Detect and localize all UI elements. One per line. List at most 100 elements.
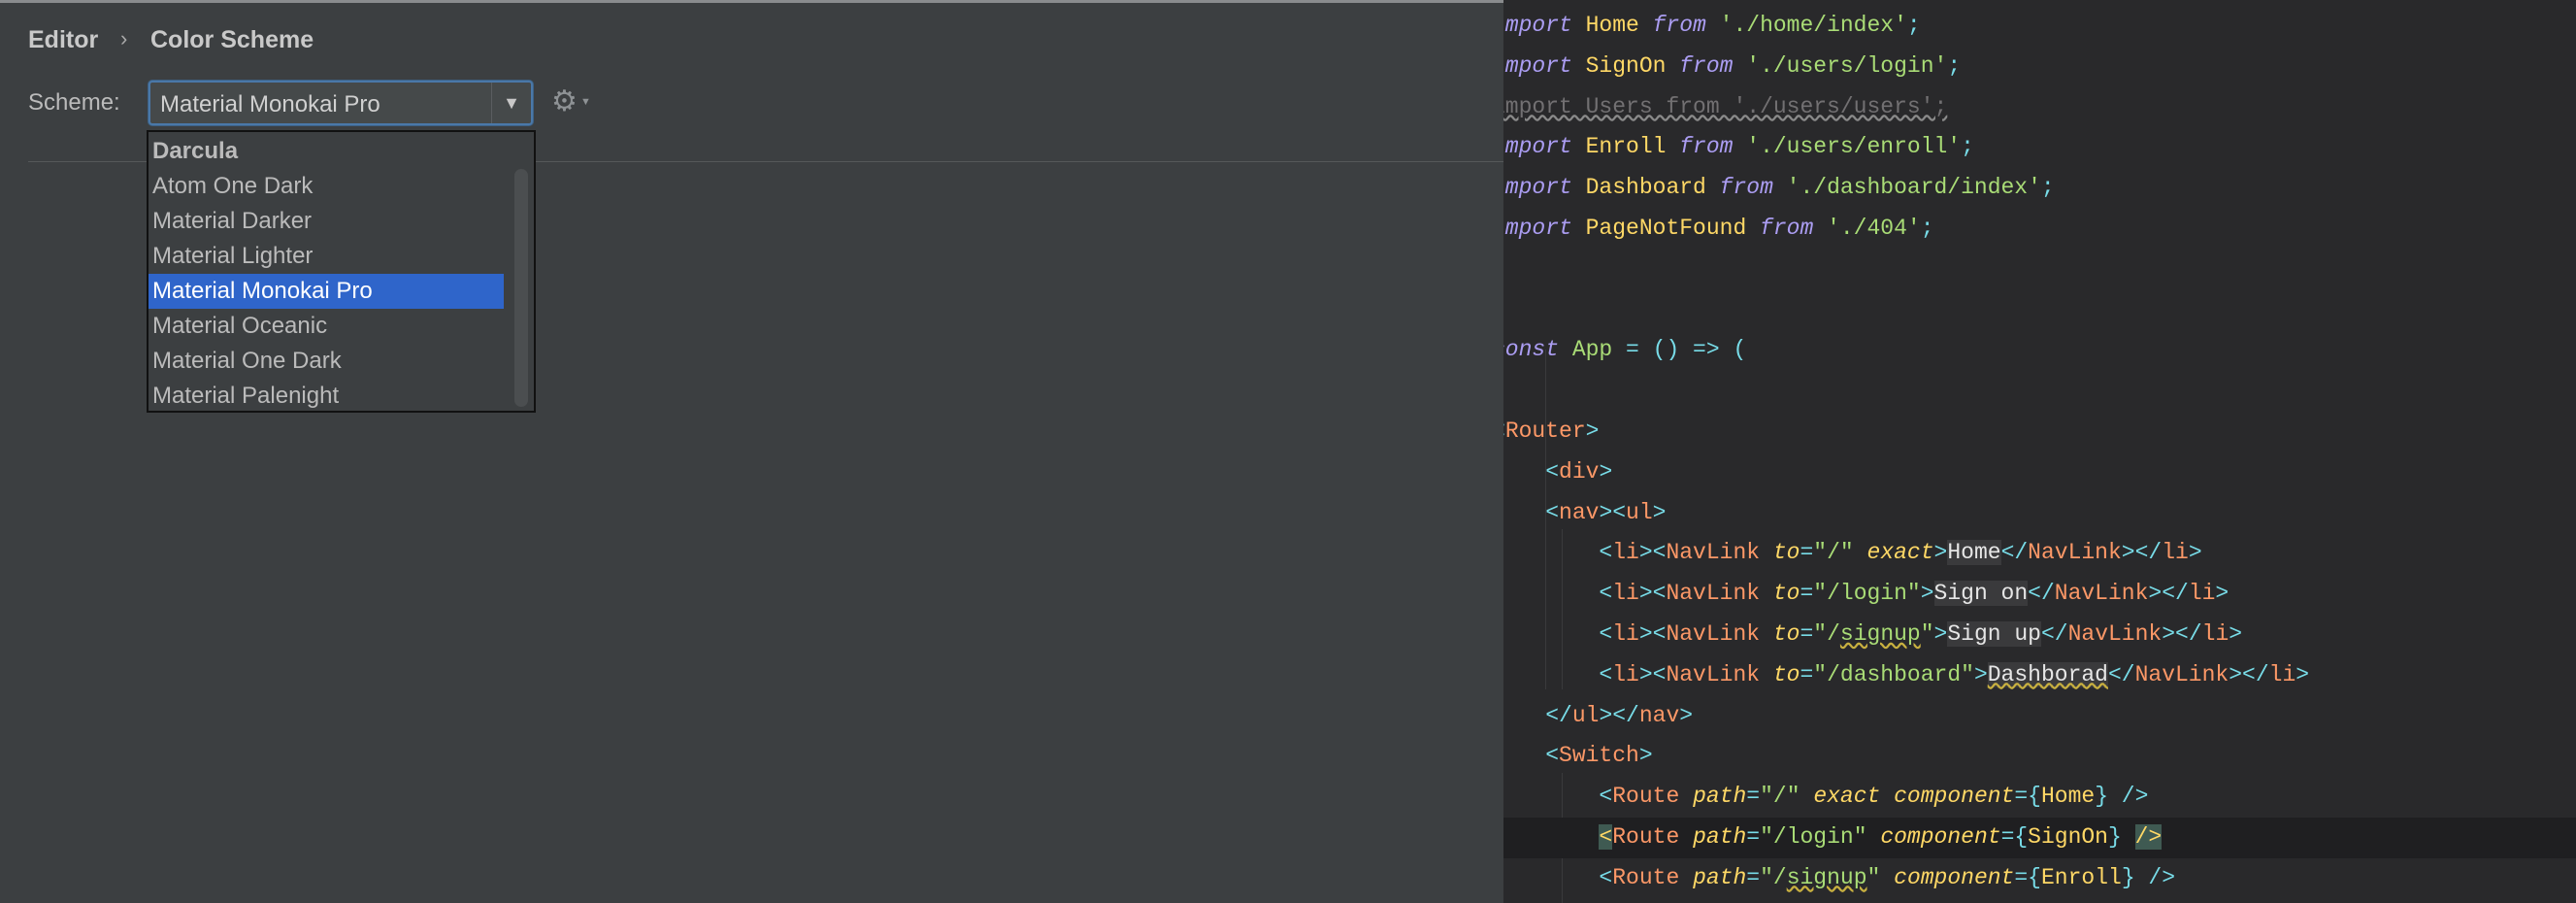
code-token: import: [1503, 175, 1572, 201]
code-line[interactable]: const App = () => (: [1503, 330, 2576, 371]
code-token: SignOn: [2028, 823, 2108, 850]
code-line[interactable]: import PageNotFound from './404';: [1503, 209, 2576, 250]
code-line[interactable]: <li><NavLink to="/signup">Sign up</NavLi…: [1503, 615, 2576, 655]
code-line[interactable]: [1503, 250, 2576, 290]
code-token: =: [1746, 864, 1761, 890]
code-token: './404': [1827, 215, 1921, 241]
scheme-option[interactable]: Material Monokai Pro: [149, 274, 504, 309]
code-token: signup: [1786, 864, 1867, 890]
code-token: exact: [1866, 540, 1934, 566]
code-line[interactable]: import SignOn from './users/login';: [1503, 47, 2576, 87]
code-token: =: [1800, 581, 1814, 607]
code-line[interactable]: <Route path="/" exact component={Home} /…: [1503, 777, 2576, 818]
code-token: ></: [2148, 581, 2189, 607]
dropdown-scrollbar[interactable]: [514, 169, 528, 407]
scheme-option[interactable]: Darcula: [149, 134, 504, 169]
code-line[interactable]: import Enroll from './users/enroll';: [1503, 127, 2576, 168]
code-token: =: [1746, 784, 1761, 810]
code-line[interactable]: <div>: [1503, 452, 2576, 493]
code-token: >: [1652, 499, 1667, 525]
code-token: ": [1920, 620, 1934, 647]
code-token: './users/enroll': [1746, 134, 1962, 160]
code-token: ;: [1906, 13, 1921, 38]
code-token: Home: [1947, 540, 2001, 566]
scheme-option[interactable]: Atom One Dark: [149, 169, 504, 204]
code-line[interactable]: <Switch>: [1503, 736, 2576, 777]
code-token: ;: [2040, 175, 2055, 201]
code-token: li: [1612, 661, 1639, 687]
code-token: li: [1612, 620, 1639, 647]
code-line[interactable]: [1503, 290, 2576, 331]
code-line[interactable]: <li><NavLink to="/login">Sign on</NavLin…: [1503, 574, 2576, 615]
code-token: } />: [2121, 864, 2176, 890]
code-token: </: [2000, 540, 2029, 566]
code-line[interactable]: <li><NavLink to="/dashboard">Dashborad</…: [1503, 655, 2576, 696]
scheme-select[interactable]: Material Monokai Pro ▼: [149, 81, 533, 125]
code-token: ;: [1920, 215, 1934, 241]
code-lines[interactable]: import Home from './home/index';import S…: [1503, 6, 2576, 899]
code-token: nav: [1638, 702, 1680, 728]
breadcrumb-color-scheme: Color Scheme: [150, 26, 314, 53]
code-token: >: [1973, 661, 1988, 687]
code-token: from: [1652, 13, 1720, 38]
code-token: NavLink: [2028, 540, 2122, 566]
code-token: "/login": [1760, 823, 1881, 850]
code-token: NavLink: [1666, 620, 1773, 647]
code-token: <: [1545, 499, 1560, 525]
code-editor[interactable]: import Home from './home/index';import S…: [1503, 0, 2576, 903]
code-token: li: [1612, 581, 1639, 607]
gear-icon[interactable]: ⚙: [551, 84, 578, 118]
scheme-option[interactable]: Material Palenight: [149, 379, 504, 414]
code-token: "/login": [1813, 581, 1921, 607]
code-token: =: [1800, 540, 1814, 566]
code-token: >: [2215, 581, 2229, 607]
scheme-option[interactable]: Material Oceanic: [149, 309, 504, 344]
code-line[interactable]: import Home from './home/index';: [1503, 6, 2576, 47]
code-token: path: [1693, 784, 1747, 810]
code-token: './dashboard/index': [1786, 175, 2041, 201]
code-token: "/": [1813, 540, 1867, 566]
code-token: ={: [2000, 823, 2029, 850]
code-token: App: [1571, 337, 1627, 363]
code-line[interactable]: </ul></nav>: [1503, 696, 2576, 737]
code-token: =: [1800, 620, 1814, 647]
chevron-down-icon[interactable]: ▼: [491, 83, 531, 123]
code-token: <: [1545, 743, 1560, 769]
scheme-option[interactable]: Material Lighter: [149, 239, 504, 274]
code-line[interactable]: [1503, 371, 2576, 412]
code-token: >: [1638, 743, 1653, 769]
code-token: ><: [1638, 661, 1667, 687]
code-line[interactable]: <nav><ul>: [1503, 493, 2576, 534]
code-token: to: [1772, 540, 1800, 566]
gear-menu-caret-icon[interactable]: ▼: [580, 96, 591, 108]
code-token: ><: [1638, 540, 1667, 566]
code-token: Home: [1585, 13, 1653, 38]
code-token: NavLink: [2054, 581, 2149, 607]
code-token: Router: [1504, 418, 1586, 444]
code-token: "/: [1760, 864, 1787, 890]
code-token: ;: [1947, 52, 1962, 79]
code-token: to: [1772, 661, 1800, 687]
code-line[interactable]: import Users from './users/users';: [1503, 87, 2576, 128]
code-token: PageNotFound: [1585, 215, 1761, 241]
code-token: ></: [2121, 540, 2163, 566]
code-token: =: [1800, 661, 1814, 687]
code-line[interactable]: <Router>: [1503, 412, 2576, 452]
scheme-label: Scheme:: [28, 89, 120, 116]
code-token: Dashboard: [1585, 175, 1720, 201]
code-token: ;: [1961, 134, 1974, 160]
scheme-dropdown-list[interactable]: Darcula Atom One Dark Material Darker Mater…: [147, 130, 536, 413]
scheme-option[interactable]: Material One Dark: [149, 344, 504, 379]
code-line[interactable]: <Route path="/signup" component={Enroll}…: [1503, 858, 2576, 899]
breadcrumb-editor[interactable]: Editor: [28, 26, 98, 54]
code-token: ul: [1571, 702, 1600, 728]
code-line[interactable]: <li><NavLink to="/" exact>Home</NavLink>…: [1503, 533, 2576, 574]
code-line[interactable]: <Route path="/login" component={SignOn} …: [1503, 817, 2576, 858]
code-token: ><: [1599, 499, 1627, 525]
scheme-option[interactable]: Material Darker: [149, 204, 504, 239]
code-line[interactable]: import Dashboard from './dashboard/index…: [1503, 168, 2576, 209]
code-token: component: [1880, 823, 2001, 850]
code-token: exact component: [1813, 784, 2015, 810]
settings-panel: Editor › Color Scheme Scheme: Material M…: [0, 0, 1503, 903]
code-token: = () => (: [1626, 337, 1747, 363]
